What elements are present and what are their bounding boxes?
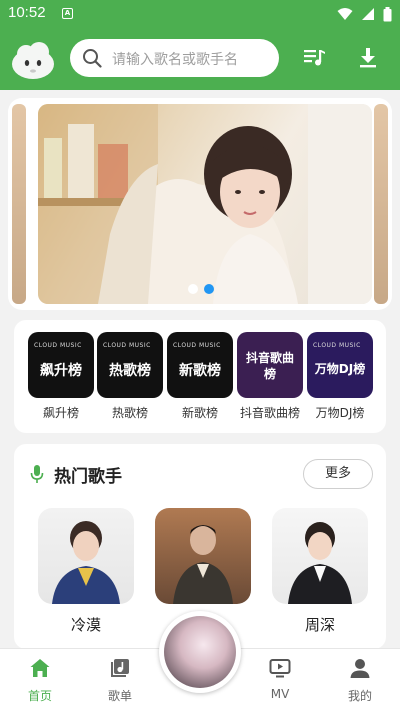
chart-item-new[interactable]: CLOUD MUSIC 新歌榜 新歌榜 — [167, 332, 233, 421]
chart-tile[interactable]: 抖音歌曲榜 — [237, 332, 303, 398]
singer-avatar[interactable] — [155, 508, 251, 604]
singer-avatar[interactable] — [272, 508, 368, 604]
chart-tile-title: 万物DJ榜 — [314, 362, 366, 376]
chart-label: 新歌榜 — [181, 406, 218, 420]
chart-item-dj[interactable]: CLOUD MUSIC 万物DJ榜 万物DJ榜 — [307, 332, 373, 421]
system-icons — [337, 6, 392, 22]
mv-icon — [269, 659, 291, 678]
banner-prev-peek[interactable] — [12, 104, 26, 304]
chart-tile[interactable]: CLOUD MUSIC 新歌榜 — [167, 332, 233, 398]
chart-item-hot[interactable]: CLOUD MUSIC 热歌榜 热歌榜 — [97, 332, 163, 421]
playlist-icon[interactable] — [301, 44, 327, 70]
chart-tile[interactable]: CLOUD MUSIC 飙升榜 — [28, 332, 94, 398]
chart-brand: CLOUD MUSIC — [313, 342, 361, 349]
chart-tile[interactable]: CLOUD MUSIC 万物DJ榜 — [307, 332, 373, 398]
chart-tile-title: 新歌榜 — [179, 363, 221, 379]
chart-tile-title: 热歌榜 — [109, 363, 151, 379]
tab-mv[interactable]: MV — [250, 657, 310, 701]
wifi-icon — [337, 8, 353, 20]
search-input[interactable]: 请输入歌名或歌手名 — [112, 49, 238, 69]
more-button[interactable]: 更多 — [303, 459, 373, 489]
banner-photo — [38, 104, 372, 304]
app-header: 请输入歌名或歌手名 — [0, 28, 400, 90]
microphone-icon — [30, 465, 44, 483]
download-icon[interactable] — [355, 44, 381, 70]
chart-label: 抖音歌曲榜 — [239, 406, 300, 420]
chart-tile-title: 抖音歌曲榜 — [245, 351, 294, 381]
app-logo-icon[interactable] — [10, 40, 56, 80]
section-title: 热门歌手 — [54, 467, 122, 487]
singer-name: 冷漠 — [70, 616, 101, 634]
tab-profile[interactable]: 我的 — [330, 657, 390, 704]
battery-icon — [383, 6, 392, 21]
singer-photo — [173, 525, 233, 604]
charts-section: CLOUD MUSIC 飙升榜 飙升榜 CLOUD MUSIC 热歌榜 热歌榜 … — [14, 320, 386, 433]
tab-label: 我的 — [347, 689, 372, 703]
banner-dot-2[interactable] — [204, 284, 214, 294]
chart-tile[interactable]: CLOUD MUSIC 热歌榜 — [97, 332, 163, 398]
chart-brand: CLOUD MUSIC — [34, 342, 82, 349]
banner-carousel[interactable] — [8, 98, 392, 310]
tab-home[interactable]: 首页 — [10, 657, 70, 704]
singer-photo — [52, 521, 120, 604]
home-icon — [30, 659, 50, 677]
tab-label: 首页 — [27, 689, 52, 703]
tab-label: MV — [270, 687, 290, 701]
singer-photo — [288, 522, 352, 604]
chart-label: 万物DJ榜 — [315, 406, 365, 420]
banner-next-peek[interactable] — [374, 104, 388, 304]
notification-icon: A — [62, 8, 73, 19]
search-icon — [83, 49, 102, 68]
banner-image[interactable] — [38, 104, 372, 304]
songlist-icon — [111, 659, 129, 677]
search-bar[interactable]: 请输入歌名或歌手名 — [70, 39, 279, 77]
chart-item-soaring[interactable]: CLOUD MUSIC 飙升榜 飙升榜 — [28, 332, 94, 421]
singer-card[interactable] — [155, 508, 251, 614]
chart-item-douyin[interactable]: 抖音歌曲榜 抖音歌曲榜 — [237, 332, 303, 421]
singer-card[interactable]: 冷漠 — [38, 508, 134, 635]
signal-icon — [362, 8, 374, 20]
chart-label: 热歌榜 — [111, 406, 148, 420]
chart-brand: CLOUD MUSIC — [103, 342, 151, 349]
singer-avatar[interactable] — [38, 508, 134, 604]
singer-card[interactable]: 周深 — [272, 508, 368, 635]
banner-dot-1[interactable] — [188, 284, 198, 294]
now-playing-disc[interactable] — [159, 611, 241, 693]
chart-tile-title: 飙升榜 — [40, 363, 82, 379]
album-cover[interactable] — [164, 616, 236, 688]
chart-label: 飙升榜 — [42, 406, 79, 420]
chart-brand: CLOUD MUSIC — [173, 342, 221, 349]
singer-name: 周深 — [304, 616, 335, 634]
profile-icon — [350, 659, 370, 678]
status-time: 10:52 — [8, 4, 46, 21]
status-bar: 10:52 A — [0, 0, 400, 28]
tab-label: 歌单 — [107, 689, 132, 703]
tab-songlist[interactable]: 歌单 — [90, 657, 150, 704]
